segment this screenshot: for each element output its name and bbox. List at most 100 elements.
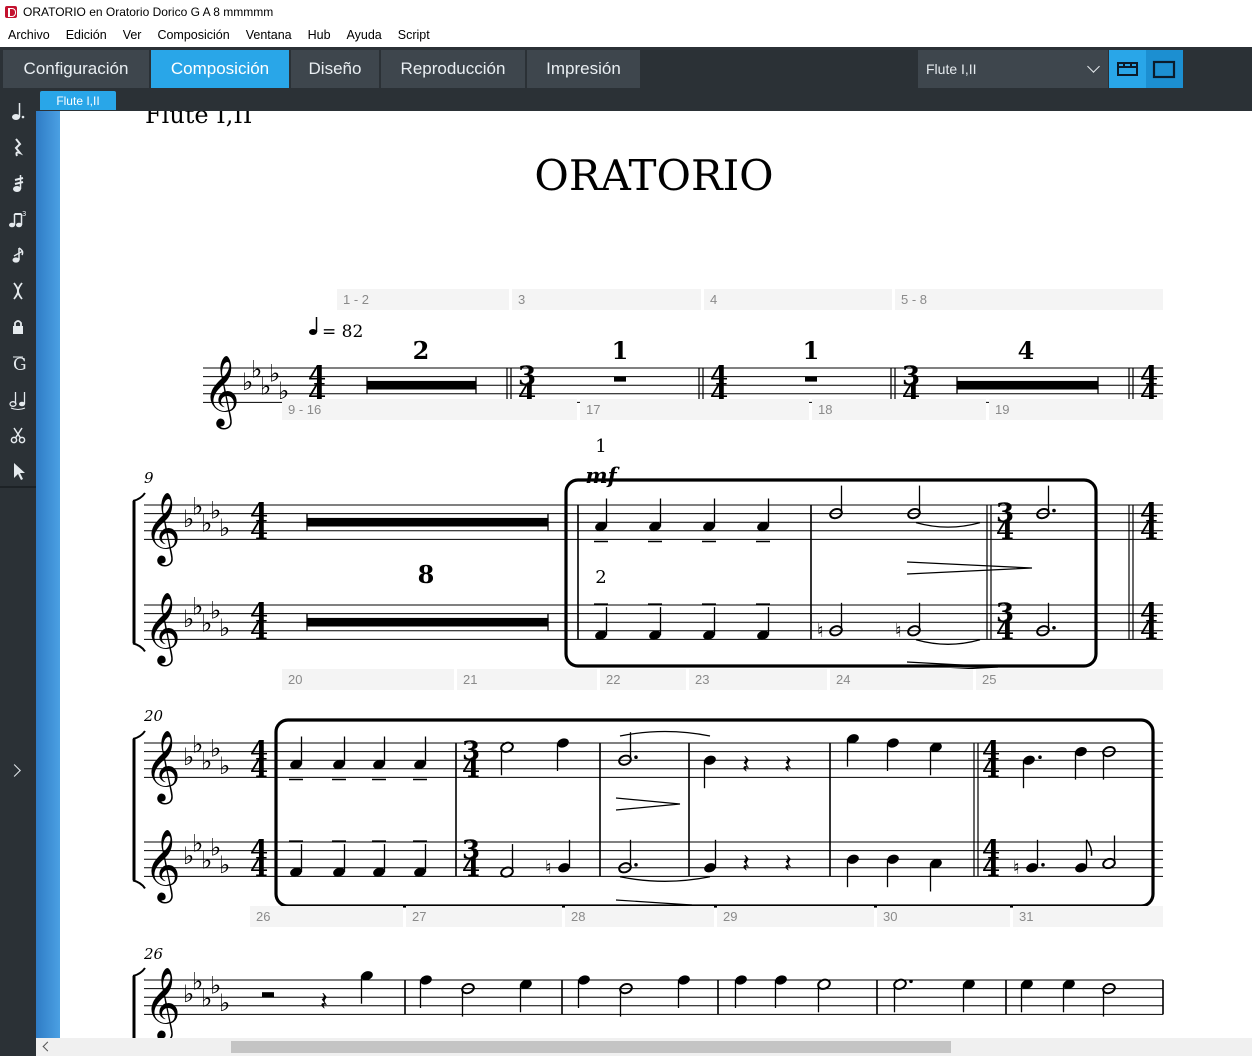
bar-range-label-bg xyxy=(989,399,1163,420)
flat-icon: ♭ xyxy=(219,851,230,879)
scrollbar-thumb[interactable] xyxy=(231,1041,951,1053)
tuplet-icon[interactable]: 3 xyxy=(0,201,36,237)
toolbox-divider xyxy=(0,486,36,488)
flat-icon: ♭ xyxy=(219,514,230,542)
window-title: ORATORIO en Oratorio Dorico G A 8 mmmmm xyxy=(23,4,274,19)
measure-number: 20 xyxy=(143,707,164,725)
bar-range-label-bg xyxy=(282,669,454,690)
note-input-icon[interactable] xyxy=(0,93,36,129)
treble-clef-icon: 𝄞 xyxy=(144,965,181,1038)
bar-range-label-bg xyxy=(457,669,597,690)
time-signature-bottom: 4 xyxy=(1140,616,1158,646)
tremolo-icon[interactable] xyxy=(0,165,36,201)
multi-rest-bar xyxy=(957,380,1098,390)
page-view-button[interactable] xyxy=(1146,50,1183,88)
bar-range-label: 22 xyxy=(606,672,620,687)
menu-edicion[interactable]: Edición xyxy=(58,28,115,42)
bar-range-label: 29 xyxy=(723,909,737,924)
tab-configuracion[interactable]: Configuración xyxy=(3,50,150,88)
whole-rest-icon xyxy=(614,376,626,382)
multi-rest-bar xyxy=(307,617,548,627)
menu-ver[interactable]: Ver xyxy=(115,28,150,42)
scissors-icon[interactable] xyxy=(0,417,36,453)
bar-range-label-bg xyxy=(406,906,562,927)
bar-range-label-bg xyxy=(580,399,809,420)
quarter-rest-icon: 𝄽 xyxy=(320,987,328,1017)
player-label: 1 xyxy=(595,436,606,457)
tab-reproduccion[interactable]: Reproducción xyxy=(381,50,526,88)
horizontal-scrollbar[interactable] xyxy=(36,1038,1252,1056)
system-4: 26 27 28 29 30 3126𝄞 ♭♭♭♭♭ 𝄽 xyxy=(132,906,1164,1038)
half-rest-icon xyxy=(262,992,274,998)
menu-hub[interactable]: Hub xyxy=(300,28,339,42)
stem-icon[interactable] xyxy=(0,273,36,309)
time-signature-bottom: 4 xyxy=(996,616,1014,646)
tab-impresion[interactable]: Impresión xyxy=(527,50,641,88)
tie xyxy=(915,521,981,528)
treble-clef-icon: 𝄞 xyxy=(144,490,181,566)
bar-range-label: 21 xyxy=(463,672,477,687)
bar-range-label-bg xyxy=(1013,906,1163,927)
document-tab[interactable]: Flute I,II xyxy=(40,91,116,110)
augmentation-dot xyxy=(634,755,638,759)
tie xyxy=(619,876,711,882)
quarter-rest-icon: 𝄽 xyxy=(784,750,792,780)
augmentation-dot xyxy=(1041,863,1045,867)
bar-range-label: 30 xyxy=(883,909,897,924)
time-signature-bottom: 4 xyxy=(996,516,1014,546)
slur-icon[interactable] xyxy=(0,381,36,417)
multi-rest-count: 4 xyxy=(1018,336,1035,365)
bar-range-label: 28 xyxy=(571,909,585,924)
tempo-mark[interactable]: = 82 xyxy=(322,322,363,342)
tab-diseno[interactable]: Diseño xyxy=(291,50,380,88)
multi-rest-bar xyxy=(307,517,548,527)
scroll-left-icon[interactable] xyxy=(42,1041,53,1052)
quarter-note-icon xyxy=(309,317,318,335)
time-signature-bottom: 4 xyxy=(250,516,268,546)
bar-range-label: 1 - 2 xyxy=(343,292,369,307)
treble-clef-icon: 𝄞 xyxy=(144,590,181,666)
system-2: 9 - 16 17 18 199𝄞 ♭♭♭♭♭ 44𝄞 ♭♭♭♭♭ 4481mf2♮ ♮3434… xyxy=(132,399,1163,673)
expand-panel-icon[interactable] xyxy=(8,764,21,777)
quarter-rest-icon: 𝄽 xyxy=(784,849,792,879)
menu-archivo[interactable]: Archivo xyxy=(0,28,58,42)
dorico-app-icon xyxy=(5,5,17,18)
bar-range-label: 19 xyxy=(995,402,1009,417)
select-icon[interactable] xyxy=(0,453,36,489)
bar-range-label: 5 - 8 xyxy=(901,292,927,307)
treble-clef-icon: 𝄞 xyxy=(144,827,181,903)
selection-box xyxy=(274,718,1155,908)
lock-icon[interactable] xyxy=(0,309,36,345)
workspace-background xyxy=(36,111,60,1038)
dynamic-mark: mf xyxy=(585,463,620,488)
time-signature-bottom: 4 xyxy=(462,853,480,883)
rest-icon[interactable] xyxy=(0,129,36,165)
measure-number: 26 xyxy=(143,945,164,963)
time-signature-bottom: 4 xyxy=(250,853,268,883)
grace-note-icon[interactable] xyxy=(0,237,36,273)
time-signature-bottom: 4 xyxy=(250,616,268,646)
time-signature-bottom: 4 xyxy=(982,853,1000,883)
score-page[interactable]: Flute I,II ORATORIO = 82 1 - 2 3 4 5 - 8 𝄞 ♭ ♭… xyxy=(60,111,1243,1038)
augmentation-dot xyxy=(1052,508,1056,513)
layout-select[interactable]: Flute I,II xyxy=(918,50,1108,88)
clef-icon[interactable]: G xyxy=(0,345,36,381)
galley-view-button[interactable] xyxy=(1109,50,1146,88)
menu-ventana[interactable]: Ventana xyxy=(238,28,300,42)
tab-composicion[interactable]: Composición xyxy=(151,50,290,88)
augmentation-dot xyxy=(1052,626,1056,630)
menu-composicion[interactable]: Composición xyxy=(149,28,237,42)
menu-ayuda[interactable]: Ayuda xyxy=(339,28,390,42)
bar-range-label-bg xyxy=(512,289,701,310)
score-canvas[interactable]: Flute I,II ORATORIO = 82 1 - 2 3 4 5 - 8 𝄞 ♭ ♭… xyxy=(60,111,1243,1038)
natural-icon: ♮ xyxy=(895,620,902,642)
selection-box xyxy=(564,478,1098,668)
menu-script[interactable]: Script xyxy=(390,28,438,42)
bar-range-label-bg xyxy=(895,289,1163,310)
natural-icon: ♮ xyxy=(1013,857,1020,879)
time-signature-bottom: 4 xyxy=(462,754,480,784)
tie xyxy=(619,730,711,737)
tie xyxy=(915,639,981,645)
bar-range-label: 24 xyxy=(836,672,850,687)
whole-rest-icon xyxy=(805,376,817,382)
